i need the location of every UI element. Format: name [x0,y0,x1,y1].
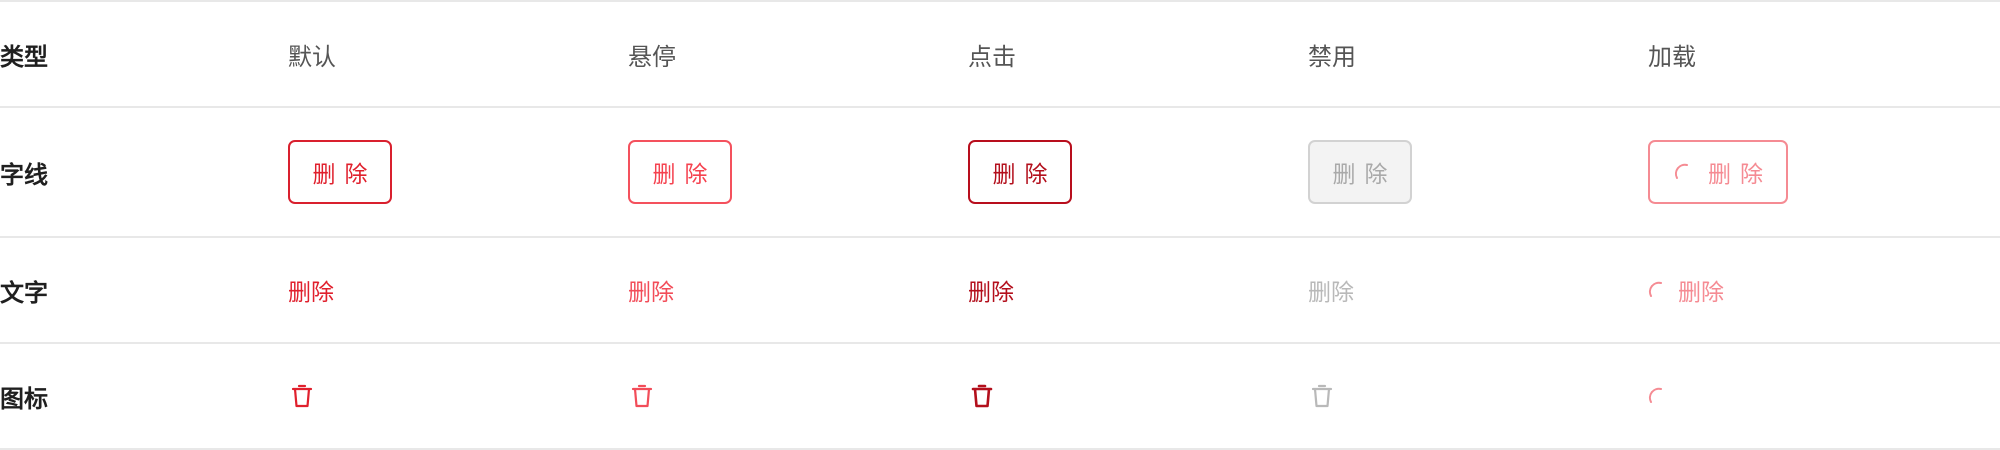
text-cell-hover: 删除 [628,238,674,342]
delete-button-label: 删除 [1708,162,1772,188]
row-label-type: 类型 [0,42,48,71]
trash-icon-button-active[interactable] [970,344,994,448]
delete-button-disabled[interactable]: 删除 [1308,140,1412,204]
text-cell-loading: 删除 [1648,238,1724,342]
outline-cell-disabled: 删除 [1308,108,1412,236]
text-cell-default: 删除 [288,238,334,342]
delete-button-loading[interactable]: 删除 [1648,140,1788,204]
trash-icon [1311,384,1333,408]
icon-row: 图标 [0,344,2000,448]
loading-spinner-icon [1648,386,1668,406]
outline-row: 字线 删除 删除 删除 删除 删除 [0,108,2000,236]
delete-text-button-disabled[interactable]: 删除 [1308,273,1354,307]
row-label-text: 文字 [0,278,48,307]
column-header-default: 默认 [288,42,336,71]
delete-button-hover[interactable]: 删除 [628,140,732,204]
trash-icon [291,384,313,408]
trash-icon [971,384,993,408]
outline-cell-default: 删除 [288,108,392,236]
row-label-icon: 图标 [0,384,48,413]
column-header-loading: 加载 [1648,42,1696,71]
column-header-disabled: 禁用 [1308,42,1356,71]
delete-button-active[interactable]: 删除 [968,140,1072,204]
delete-button-label: 删除 [1332,162,1397,188]
delete-button-label: 删除 [652,162,717,188]
delete-button-default[interactable]: 删除 [288,140,392,204]
trash-icon-button-loading[interactable] [1648,344,1668,448]
column-header-hover: 悬停 [628,42,676,71]
outline-cell-loading: 删除 [1648,108,1788,236]
text-row: 文字 删除 删除 删除 删除 删除 [0,238,2000,342]
loading-spinner-icon [1674,162,1694,182]
delete-text-button-hover[interactable]: 删除 [628,273,674,307]
outline-cell-hover: 删除 [628,108,732,236]
delete-text-button-active[interactable]: 删除 [968,273,1014,307]
trash-icon-button-hover[interactable] [630,344,654,448]
trash-icon [631,384,653,408]
text-cell-disabled: 删除 [1308,238,1354,342]
outline-cell-active: 删除 [968,108,1072,236]
trash-icon-button-disabled[interactable] [1310,344,1334,448]
delete-text-button-loading[interactable]: 删除 [1678,273,1724,307]
text-cell-active: 删除 [968,238,1014,342]
row-label-outline: 字线 [0,160,48,189]
trash-icon-button-default[interactable] [290,344,314,448]
header-row: 类型 默认 悬停 点击 禁用 加载 [0,2,2000,106]
delete-button-label: 删除 [312,162,377,188]
loading-spinner-icon [1648,280,1668,300]
column-header-active: 点击 [968,42,1016,71]
delete-text-button-default[interactable]: 删除 [288,273,334,307]
delete-button-label: 删除 [992,162,1057,188]
